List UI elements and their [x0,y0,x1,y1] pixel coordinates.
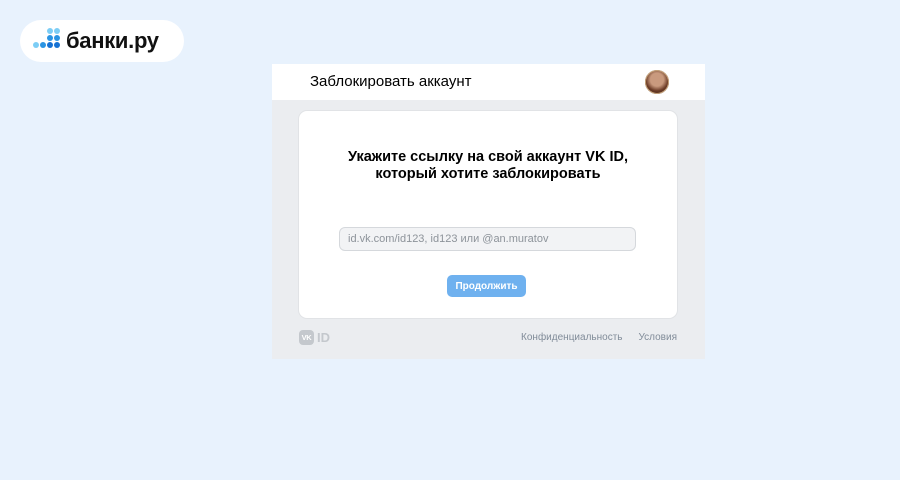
privacy-link[interactable]: Конфиденциальность [521,332,622,343]
terms-link[interactable]: Условия [638,332,677,343]
form-heading-line2: который хотите заблокировать [375,166,601,182]
form-heading-line1: Укажите ссылку на свой аккаунт VK ID, [348,149,628,165]
logo-dots-icon [33,28,60,54]
user-avatar[interactable] [645,70,669,94]
vk-id-logo: VK ID [299,330,330,345]
modal-header: Заблокировать аккаунт [272,64,705,100]
page: банки.ру Заблокировать аккаунт Укажите с… [0,0,900,480]
form-card: Укажите ссылку на свой аккаунт VK ID, ко… [299,111,677,318]
banki-ru-logo[interactable]: банки.ру [20,20,184,62]
footer-links: Конфиденциальность Условия [521,332,677,343]
logo-text: банки.ру [66,28,159,53]
modal-title: Заблокировать аккаунт [310,73,472,90]
account-link-input[interactable] [339,227,636,251]
vk-id-label: ID [317,330,330,345]
form-heading: Укажите ссылку на свой аккаунт VK ID, ко… [299,149,677,183]
continue-button[interactable]: Продолжить [447,275,526,297]
block-account-modal: Заблокировать аккаунт Укажите ссылку на … [272,64,705,359]
vk-logo-icon: VK [299,330,314,345]
